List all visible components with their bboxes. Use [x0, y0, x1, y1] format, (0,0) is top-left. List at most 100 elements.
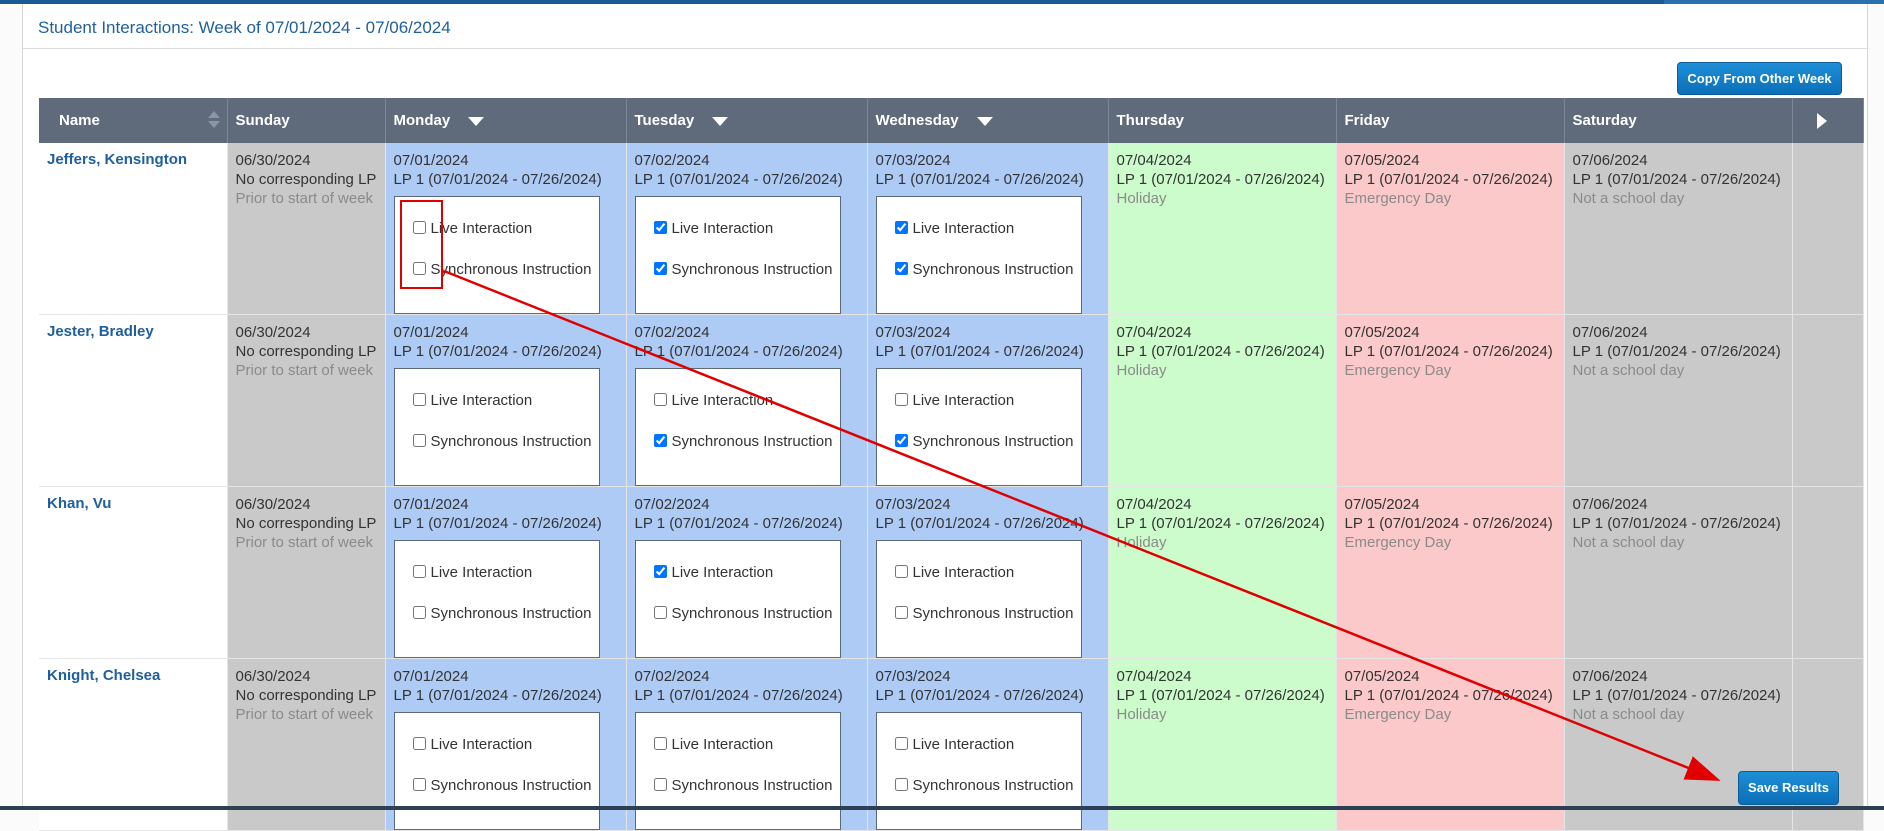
- day-lp: LP 1 (07/01/2024 - 07/26/2024): [1344, 515, 1553, 532]
- live-interaction-checkbox[interactable]: [894, 221, 908, 234]
- day-lp: LP 1 (07/01/2024 - 07/26/2024): [1116, 687, 1325, 704]
- live-interaction-option[interactable]: Live Interaction: [653, 391, 773, 410]
- synchronous-instruction-checkbox[interactable]: [894, 778, 908, 791]
- synchronous-instruction-option[interactable]: Synchronous Instruction: [894, 776, 1075, 795]
- day-date: 07/03/2024: [875, 668, 951, 685]
- table-row: Knight, Chelsea 06/30/2024 No correspond…: [39, 658, 1864, 831]
- synchronous-instruction-option[interactable]: Synchronous Instruction: [412, 604, 593, 623]
- day-date: 07/04/2024: [1116, 496, 1192, 513]
- synchronous-instruction-checkbox[interactable]: [412, 778, 426, 791]
- live-interaction-option[interactable]: Live Interaction: [653, 735, 773, 754]
- synchronous-instruction-option[interactable]: Synchronous Instruction: [412, 776, 593, 795]
- synchronous-instruction-checkbox[interactable]: [894, 434, 908, 447]
- save-results-button[interactable]: Save Results: [1738, 771, 1839, 805]
- synchronous-instruction-checkbox[interactable]: [653, 262, 667, 275]
- column-header-wednesday-label: Wednesday: [875, 112, 959, 129]
- day-cell-thursday: 07/04/2024 LP 1 (07/01/2024 - 07/26/2024…: [1108, 314, 1337, 487]
- synchronous-instruction-option[interactable]: Synchronous Instruction: [653, 776, 834, 795]
- day-cell-wednesday: 07/03/2024 LP 1 (07/01/2024 - 07/26/2024…: [867, 143, 1109, 315]
- live-interaction-option[interactable]: Live Interaction: [894, 391, 1014, 410]
- synchronous-instruction-option[interactable]: Synchronous Instruction: [894, 604, 1075, 623]
- live-interaction-option[interactable]: Live Interaction: [412, 391, 532, 410]
- day-date: 07/05/2024: [1344, 668, 1420, 685]
- day-cell-sunday: 06/30/2024 No corresponding LP Prior to …: [227, 143, 386, 315]
- synchronous-instruction-option[interactable]: Synchronous Instruction: [894, 260, 1075, 279]
- day-cell-thursday: 07/04/2024 LP 1 (07/01/2024 - 07/26/2024…: [1108, 143, 1337, 315]
- student-name-link[interactable]: Jeffers, Kensington: [47, 151, 187, 168]
- spacer-cell: [1792, 143, 1864, 315]
- live-interaction-option[interactable]: Live Interaction: [894, 219, 1014, 238]
- column-header-name-label: Name: [59, 112, 100, 129]
- synchronous-instruction-checkbox[interactable]: [653, 606, 667, 619]
- chevron-down-icon[interactable]: [468, 116, 485, 126]
- student-name-link[interactable]: Jester, Bradley: [47, 323, 154, 340]
- synchronous-instruction-option[interactable]: Synchronous Instruction: [653, 432, 834, 451]
- day-note: Prior to start of week: [235, 706, 374, 723]
- day-cell-friday: 07/05/2024 LP 1 (07/01/2024 - 07/26/2024…: [1336, 486, 1565, 659]
- live-interaction-checkbox[interactable]: [894, 737, 908, 750]
- column-header-friday-label: Friday: [1344, 112, 1390, 129]
- column-header-monday[interactable]: Monday: [385, 98, 627, 143]
- day-lp: LP 1 (07/01/2024 - 07/26/2024): [634, 171, 843, 188]
- synchronous-instruction-checkbox[interactable]: [653, 434, 667, 447]
- chevron-down-icon[interactable]: [712, 116, 729, 126]
- column-header-name[interactable]: Name: [39, 98, 228, 143]
- copy-from-other-week-button[interactable]: Copy From Other Week: [1677, 62, 1842, 95]
- day-date: 06/30/2024: [235, 324, 311, 341]
- live-interaction-option[interactable]: Live Interaction: [412, 563, 532, 582]
- synchronous-instruction-checkbox[interactable]: [653, 778, 667, 791]
- day-lp: LP 1 (07/01/2024 - 07/26/2024): [393, 343, 602, 360]
- live-interaction-option[interactable]: Live Interaction: [894, 563, 1014, 582]
- live-interaction-checkbox[interactable]: [653, 221, 667, 234]
- interaction-box: Live Interaction Synchronous Instruction: [875, 540, 1082, 658]
- live-interaction-checkbox[interactable]: [894, 565, 908, 578]
- day-date: 06/30/2024: [235, 496, 311, 513]
- column-header-wednesday[interactable]: Wednesday: [867, 98, 1109, 143]
- chevron-down-icon[interactable]: [976, 116, 993, 126]
- day-date: 07/03/2024: [875, 152, 951, 169]
- synchronous-instruction-checkbox[interactable]: [412, 434, 426, 447]
- page-title: Student Interactions: Week of 07/01/2024…: [38, 18, 451, 37]
- live-interaction-option[interactable]: Live Interaction: [894, 735, 1014, 754]
- day-lp: LP 1 (07/01/2024 - 07/26/2024): [634, 343, 843, 360]
- live-interaction-checkbox[interactable]: [653, 737, 667, 750]
- student-name-link[interactable]: Khan, Vu: [47, 495, 111, 512]
- day-date: 07/05/2024: [1344, 324, 1420, 341]
- synchronous-instruction-option[interactable]: Synchronous Instruction: [894, 432, 1075, 451]
- day-date: 07/02/2024: [634, 496, 710, 513]
- day-date: 07/05/2024: [1344, 152, 1420, 169]
- sort-icon[interactable]: [207, 109, 221, 131]
- live-interaction-option[interactable]: Live Interaction: [653, 219, 773, 238]
- synchronous-instruction-checkbox[interactable]: [894, 606, 908, 619]
- synchronous-instruction-option[interactable]: Synchronous Instruction: [412, 432, 593, 451]
- live-interaction-checkbox[interactable]: [412, 737, 426, 750]
- day-date: 07/02/2024: [634, 668, 710, 685]
- arrow-right-icon[interactable]: [1816, 113, 1827, 129]
- day-date: 07/04/2024: [1116, 668, 1192, 685]
- synchronous-instruction-checkbox[interactable]: [412, 606, 426, 619]
- live-interaction-checkbox[interactable]: [894, 393, 908, 406]
- day-lp: LP 1 (07/01/2024 - 07/26/2024): [1572, 687, 1781, 704]
- synchronous-instruction-option[interactable]: Synchronous Instruction: [653, 260, 834, 279]
- synchronous-instruction-option[interactable]: Synchronous Instruction: [653, 604, 834, 623]
- day-cell-thursday: 07/04/2024 LP 1 (07/01/2024 - 07/26/2024…: [1108, 486, 1337, 659]
- day-cell-saturday: 07/06/2024 LP 1 (07/01/2024 - 07/26/2024…: [1564, 486, 1793, 659]
- day-lp: LP 1 (07/01/2024 - 07/26/2024): [393, 515, 602, 532]
- live-interaction-option[interactable]: Live Interaction: [412, 735, 532, 754]
- live-interaction-checkbox[interactable]: [653, 393, 667, 406]
- synchronous-instruction-checkbox[interactable]: [894, 262, 908, 275]
- column-header-tuesday[interactable]: Tuesday: [626, 98, 868, 143]
- interaction-box: Live Interaction Synchronous Instruction: [634, 540, 841, 658]
- day-note: Holiday: [1116, 706, 1167, 723]
- live-interaction-checkbox[interactable]: [412, 393, 426, 406]
- day-cell-monday: 07/01/2024 LP 1 (07/01/2024 - 07/26/2024…: [385, 486, 627, 659]
- day-cell-tuesday: 07/02/2024 LP 1 (07/01/2024 - 07/26/2024…: [626, 486, 868, 659]
- student-name-link[interactable]: Knight, Chelsea: [47, 667, 160, 684]
- column-header-sunday: Sunday: [227, 98, 386, 143]
- live-interaction-checkbox[interactable]: [653, 565, 667, 578]
- live-interaction-option[interactable]: Live Interaction: [653, 563, 773, 582]
- live-interaction-checkbox[interactable]: [412, 565, 426, 578]
- next-week-button[interactable]: [1792, 98, 1864, 143]
- day-date: 06/30/2024: [235, 668, 311, 685]
- student-name-cell: Khan, Vu: [39, 486, 228, 659]
